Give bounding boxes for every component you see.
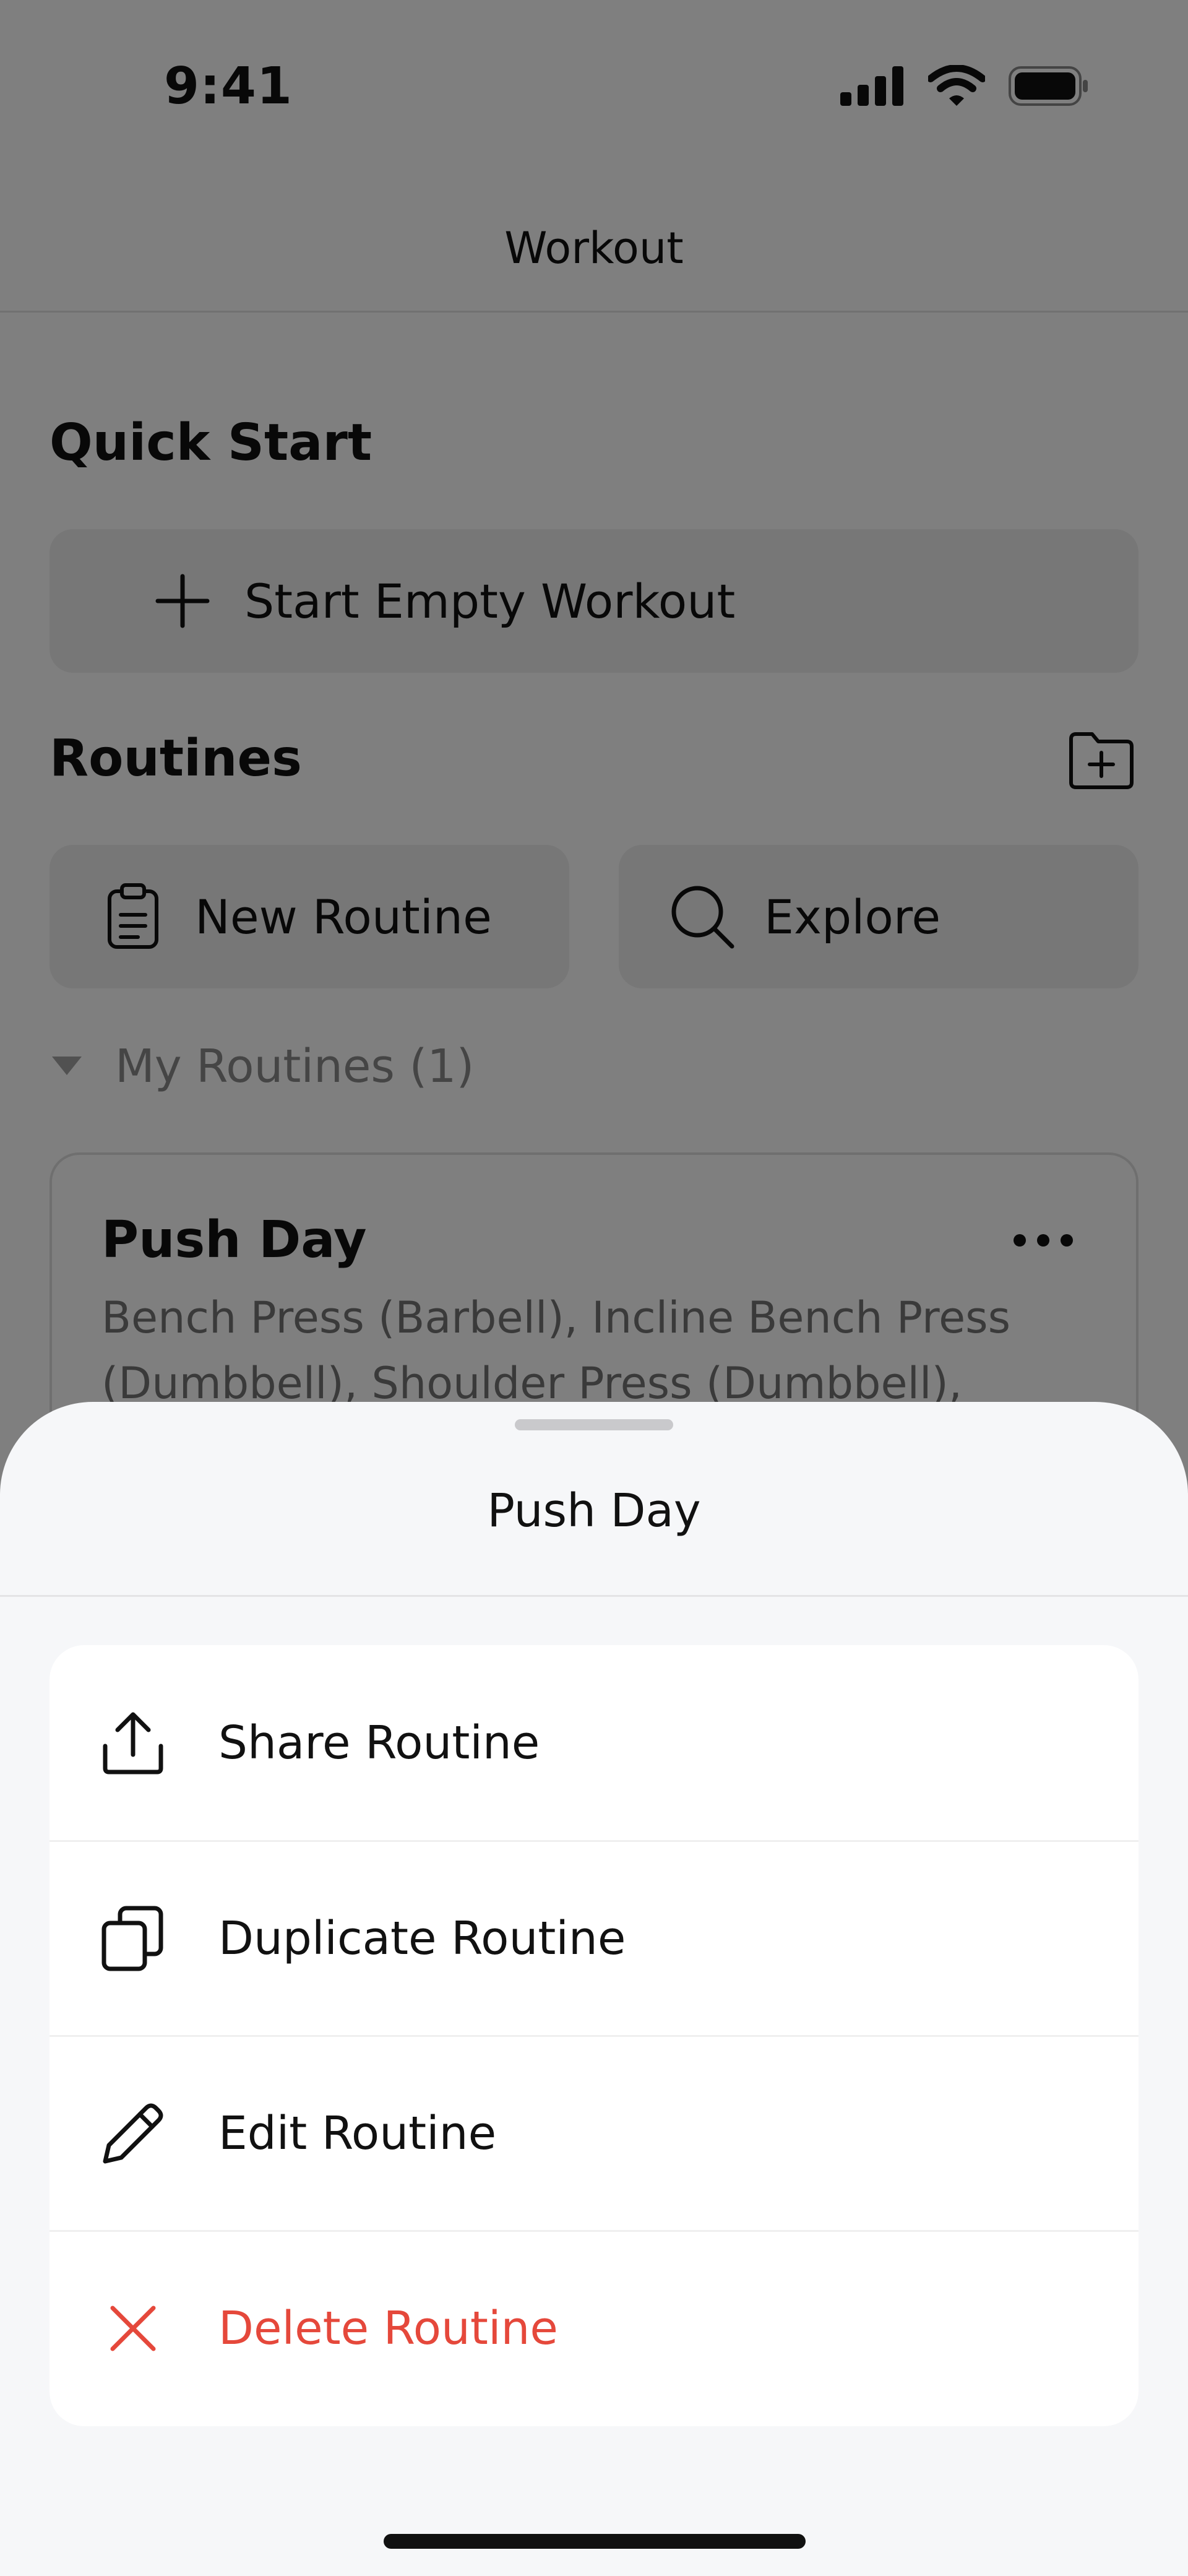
share-icon [96,1706,170,1780]
duplicate-icon [96,1901,170,1976]
workout-screen: 9:41 Workout Quick Start [0,0,1188,2576]
share-routine-label: Share Routine [218,1716,540,1770]
pencil-icon [96,2096,170,2171]
edit-routine-button[interactable]: Edit Routine [50,2035,1138,2230]
sheet-header: Push Day [0,1402,1188,1597]
edit-routine-label: Edit Routine [218,2107,497,2160]
delete-routine-label: Delete Routine [218,2302,558,2355]
sheet-title: Push Day [487,1484,701,1537]
delete-routine-button[interactable]: Delete Routine [50,2230,1138,2425]
duplicate-routine-label: Duplicate Routine [218,1912,626,1965]
duplicate-routine-button[interactable]: Duplicate Routine [50,1840,1138,2035]
close-icon [96,2291,170,2366]
share-routine-button[interactable]: Share Routine [50,1645,1138,1840]
sheet-action-list: Share Routine Duplicate Routine Edit Rou… [50,1645,1138,2426]
home-indicator[interactable] [384,2534,806,2549]
